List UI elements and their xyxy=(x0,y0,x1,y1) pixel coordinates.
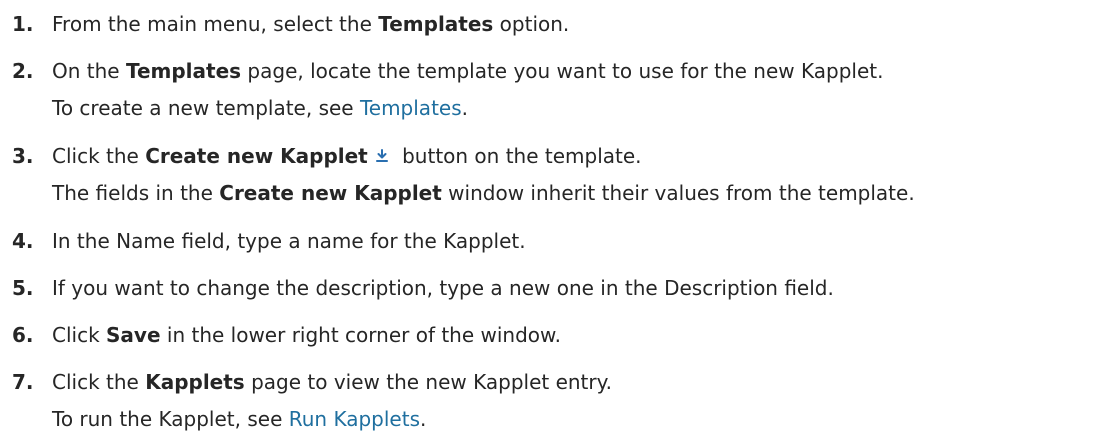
text-run: in the lower right corner of the window. xyxy=(160,323,561,347)
run-kapplets-link[interactable]: Run Kapplets xyxy=(289,407,420,431)
text-run: option. xyxy=(493,12,570,36)
text-run: From the main menu, select the xyxy=(52,12,379,36)
step-text: Click the Kapplets page to view the new … xyxy=(52,366,612,398)
step-text: From the main menu, select the Templates… xyxy=(52,8,569,40)
text-run: Click the xyxy=(52,144,146,168)
text-run: Click xyxy=(52,323,107,347)
text-run: On the xyxy=(52,59,126,83)
ui-term: Create new Kapplet xyxy=(219,181,442,205)
ui-term: Save xyxy=(106,323,161,347)
step-text: Click Save in the lower right corner of … xyxy=(52,319,561,351)
text-run: . xyxy=(420,407,427,431)
ui-term: Templates xyxy=(378,12,494,36)
step-text: The fields in the Create new Kapplet win… xyxy=(52,177,915,209)
step-number: 6. xyxy=(12,323,34,347)
step-number: 3. xyxy=(12,144,34,168)
step-text: In the Name field, type a name for the K… xyxy=(52,225,526,257)
text-run: button on the template. xyxy=(395,144,642,168)
step-number: 5. xyxy=(12,276,34,300)
text-run: To run the Kapplet, see xyxy=(52,407,289,431)
text-run: page, locate the template you want to us… xyxy=(241,59,884,83)
step-text: To run the Kapplet, see Run Kapplets. xyxy=(52,403,426,435)
text-run: page to view the new Kapplet entry. xyxy=(244,370,612,394)
download-icon xyxy=(372,142,392,162)
step-number: 4. xyxy=(12,229,34,253)
text-run: To create a new template, see xyxy=(52,96,360,120)
ui-term: Templates xyxy=(125,59,242,83)
text-run: . xyxy=(461,96,468,120)
text-run: Click the xyxy=(52,370,146,394)
step-number: 7. xyxy=(12,370,34,394)
text-run: The fields in the xyxy=(52,181,220,205)
step-text: Click the Create new Kapplet button on t… xyxy=(52,140,642,172)
step-number: 2. xyxy=(12,59,34,83)
ui-term: Create new Kapplet xyxy=(145,144,368,168)
step-text: On the Templates page, locate the templa… xyxy=(52,55,883,87)
text-run: If you want to change the description, t… xyxy=(52,276,834,300)
ui-term: Kapplets xyxy=(145,370,245,394)
step-text: To create a new template, see Templates. xyxy=(52,92,468,124)
text-run: window inherit their values from the tem… xyxy=(441,181,915,205)
step-number: 1. xyxy=(12,12,34,36)
step-text: If you want to change the description, t… xyxy=(52,272,834,304)
text-run: In the Name field, type a name for the K… xyxy=(52,229,526,253)
templates-link[interactable]: Templates xyxy=(360,96,462,120)
